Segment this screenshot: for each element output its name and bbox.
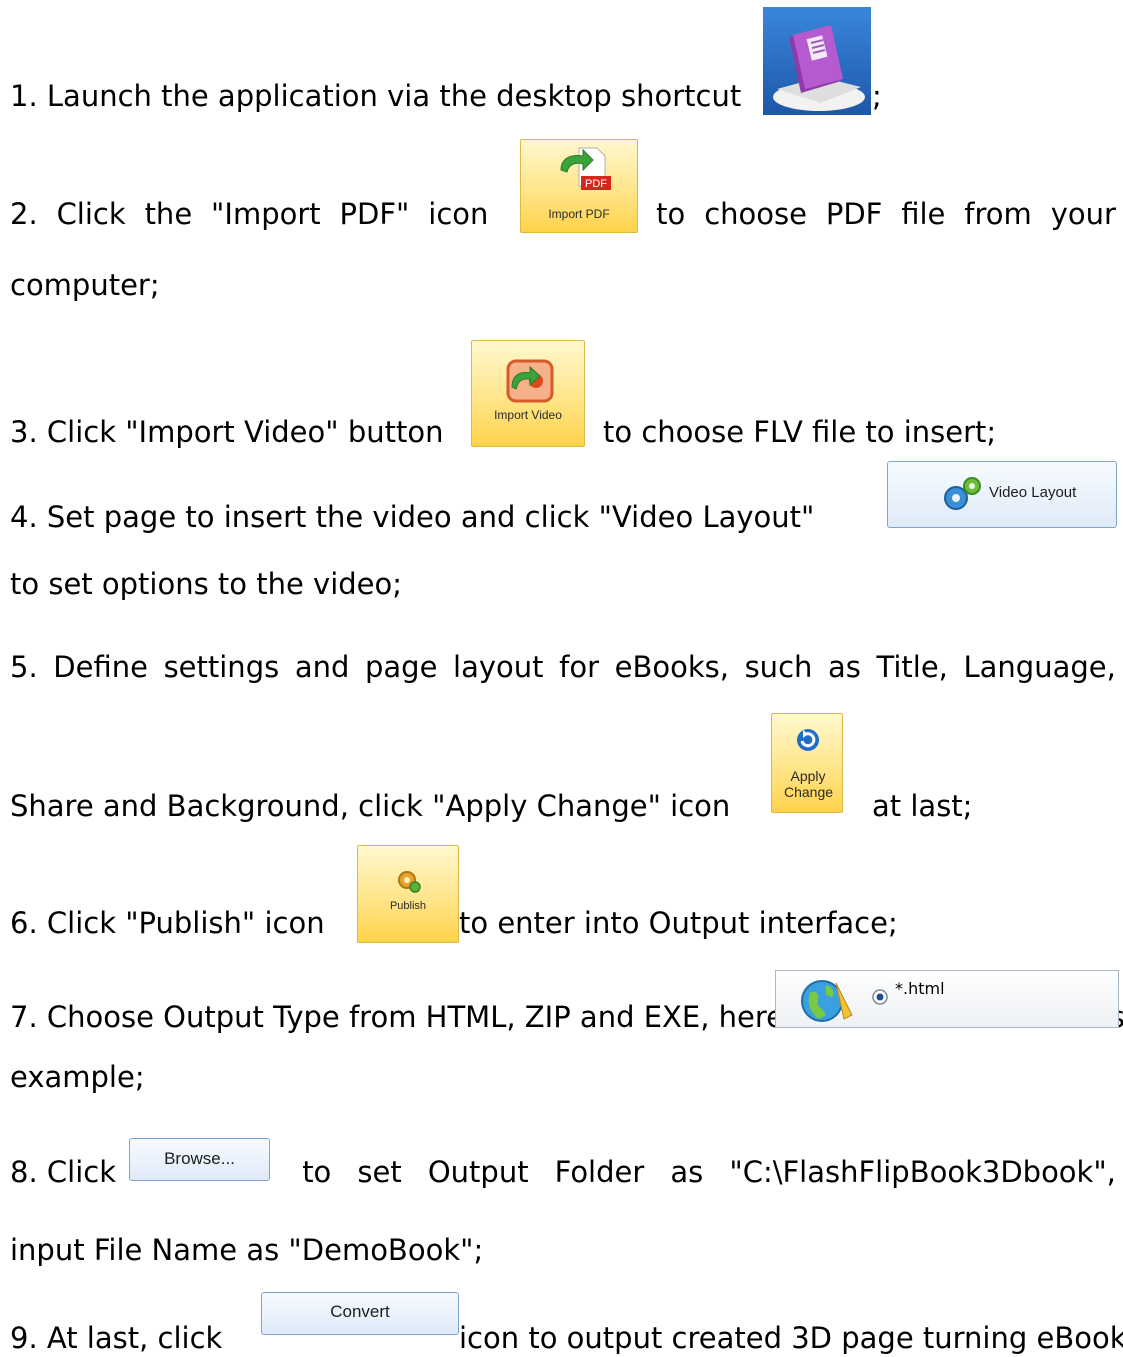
- step-3-text: 3. Click "Import Video" button: [10, 415, 444, 449]
- step-4-text: 4. Set page to insert the video and clic…: [10, 500, 815, 534]
- step-5-word: Define: [53, 650, 148, 684]
- refresh-icon: [797, 729, 819, 751]
- step-5-word: for: [559, 650, 600, 684]
- step-5-word: and: [294, 650, 350, 684]
- step-9-text: 9. At last, click: [10, 1321, 223, 1355]
- step-1-text: 1. Launch the application via the deskto…: [10, 79, 742, 113]
- step-9-after: icon to output created 3D page turning e…: [459, 1321, 1123, 1355]
- convert-button[interactable]: Convert: [261, 1292, 459, 1335]
- output-type-html-option[interactable]: *.html: [775, 970, 1119, 1028]
- step-2-word: "Import: [211, 197, 321, 231]
- step-8-word: 8. Click: [10, 1155, 116, 1189]
- step-8-word: "C:\FlashFlipBook3Dbook",: [729, 1155, 1116, 1189]
- publish-gear-icon: [398, 871, 421, 893]
- step-8-word: to: [302, 1155, 332, 1189]
- pdf-badge: PDF: [585, 178, 607, 190]
- step-2-word: icon: [428, 197, 489, 231]
- step-2-word: your: [1050, 197, 1116, 231]
- step-5-word: eBooks,: [614, 650, 729, 684]
- gear-icon: [944, 477, 981, 510]
- globe-icon: [801, 980, 853, 1022]
- step-8-word: set: [357, 1155, 402, 1189]
- video-layout-button[interactable]: Video Layout: [887, 461, 1117, 528]
- step-5-word: as: [828, 650, 861, 684]
- step-2-continued: computer;: [10, 268, 160, 302]
- step-8-word: Output: [427, 1155, 529, 1189]
- step-3-after: to choose FLV file to insert;: [603, 415, 997, 449]
- step-5-word: layout: [453, 650, 544, 684]
- step-2-word: from: [964, 197, 1032, 231]
- step-5: 5. Define settings and page layout for e…: [10, 653, 1116, 682]
- browse-button[interactable]: Browse...: [129, 1138, 270, 1181]
- step-8-word: as: [670, 1155, 704, 1189]
- browse-label: Browse...: [164, 1149, 235, 1168]
- step-8-continued: input File Name as "DemoBook";: [10, 1233, 484, 1267]
- step-4-continued: to set options to the video;: [10, 567, 403, 601]
- step-5-word: 5.: [10, 650, 38, 684]
- step-7-continued: example;: [10, 1060, 145, 1094]
- import-pdf-label: Import PDF: [548, 207, 610, 221]
- apply-change-label: Apply Change: [784, 768, 834, 801]
- html-option-label: *.html: [895, 979, 945, 998]
- publish-button[interactable]: Publish: [357, 845, 459, 943]
- step-6-text: 6. Click "Publish" icon: [10, 906, 325, 940]
- publish-label: Publish: [389, 900, 427, 912]
- step-2-word: PDF: [825, 197, 883, 231]
- import-pdf-button[interactable]: PDF Import PDF: [520, 139, 638, 233]
- step-7-text: 7. Choose Output Type from HTML, ZIP and…: [10, 1000, 856, 1034]
- video-layout-label: Video Layout: [989, 484, 1077, 501]
- step-2-word: choose: [704, 197, 807, 231]
- convert-label: Convert: [330, 1302, 390, 1321]
- step-2-word: Click: [56, 197, 126, 231]
- radio-selected-icon[interactable]: [871, 988, 889, 1006]
- step-2-word: 2.: [10, 197, 38, 231]
- step-2-word: PDF": [339, 197, 410, 231]
- step-8-word: Folder: [554, 1155, 645, 1189]
- step-1: 1. Launch the application via the deskto…: [10, 82, 741, 111]
- step-2-word: the: [144, 197, 193, 231]
- step-5-word: page: [365, 650, 438, 684]
- step-2-word: to: [656, 197, 686, 231]
- import-video-icon: [506, 359, 554, 403]
- step-5-continued: Share and Background, click "Apply Chang…: [10, 789, 731, 823]
- step-5-word: Language,: [963, 650, 1116, 684]
- import-video-label: Import Video: [494, 408, 562, 422]
- app-shortcut-icon[interactable]: [763, 7, 871, 115]
- purple-book-icon: [763, 7, 871, 115]
- step-5-word: Title,: [876, 650, 948, 684]
- import-video-button[interactable]: Import Video: [471, 340, 585, 447]
- step-6-after: to enter into Output interface;: [459, 906, 898, 940]
- step-2-word: file: [901, 197, 946, 231]
- step-1-end: ;: [872, 79, 882, 113]
- import-pdf-icon: PDF: [560, 147, 611, 190]
- step-5-after: at last;: [872, 789, 973, 823]
- step-5-word: such: [744, 650, 813, 684]
- apply-change-button[interactable]: Apply Change: [771, 713, 843, 813]
- step-5-word: settings: [163, 650, 280, 684]
